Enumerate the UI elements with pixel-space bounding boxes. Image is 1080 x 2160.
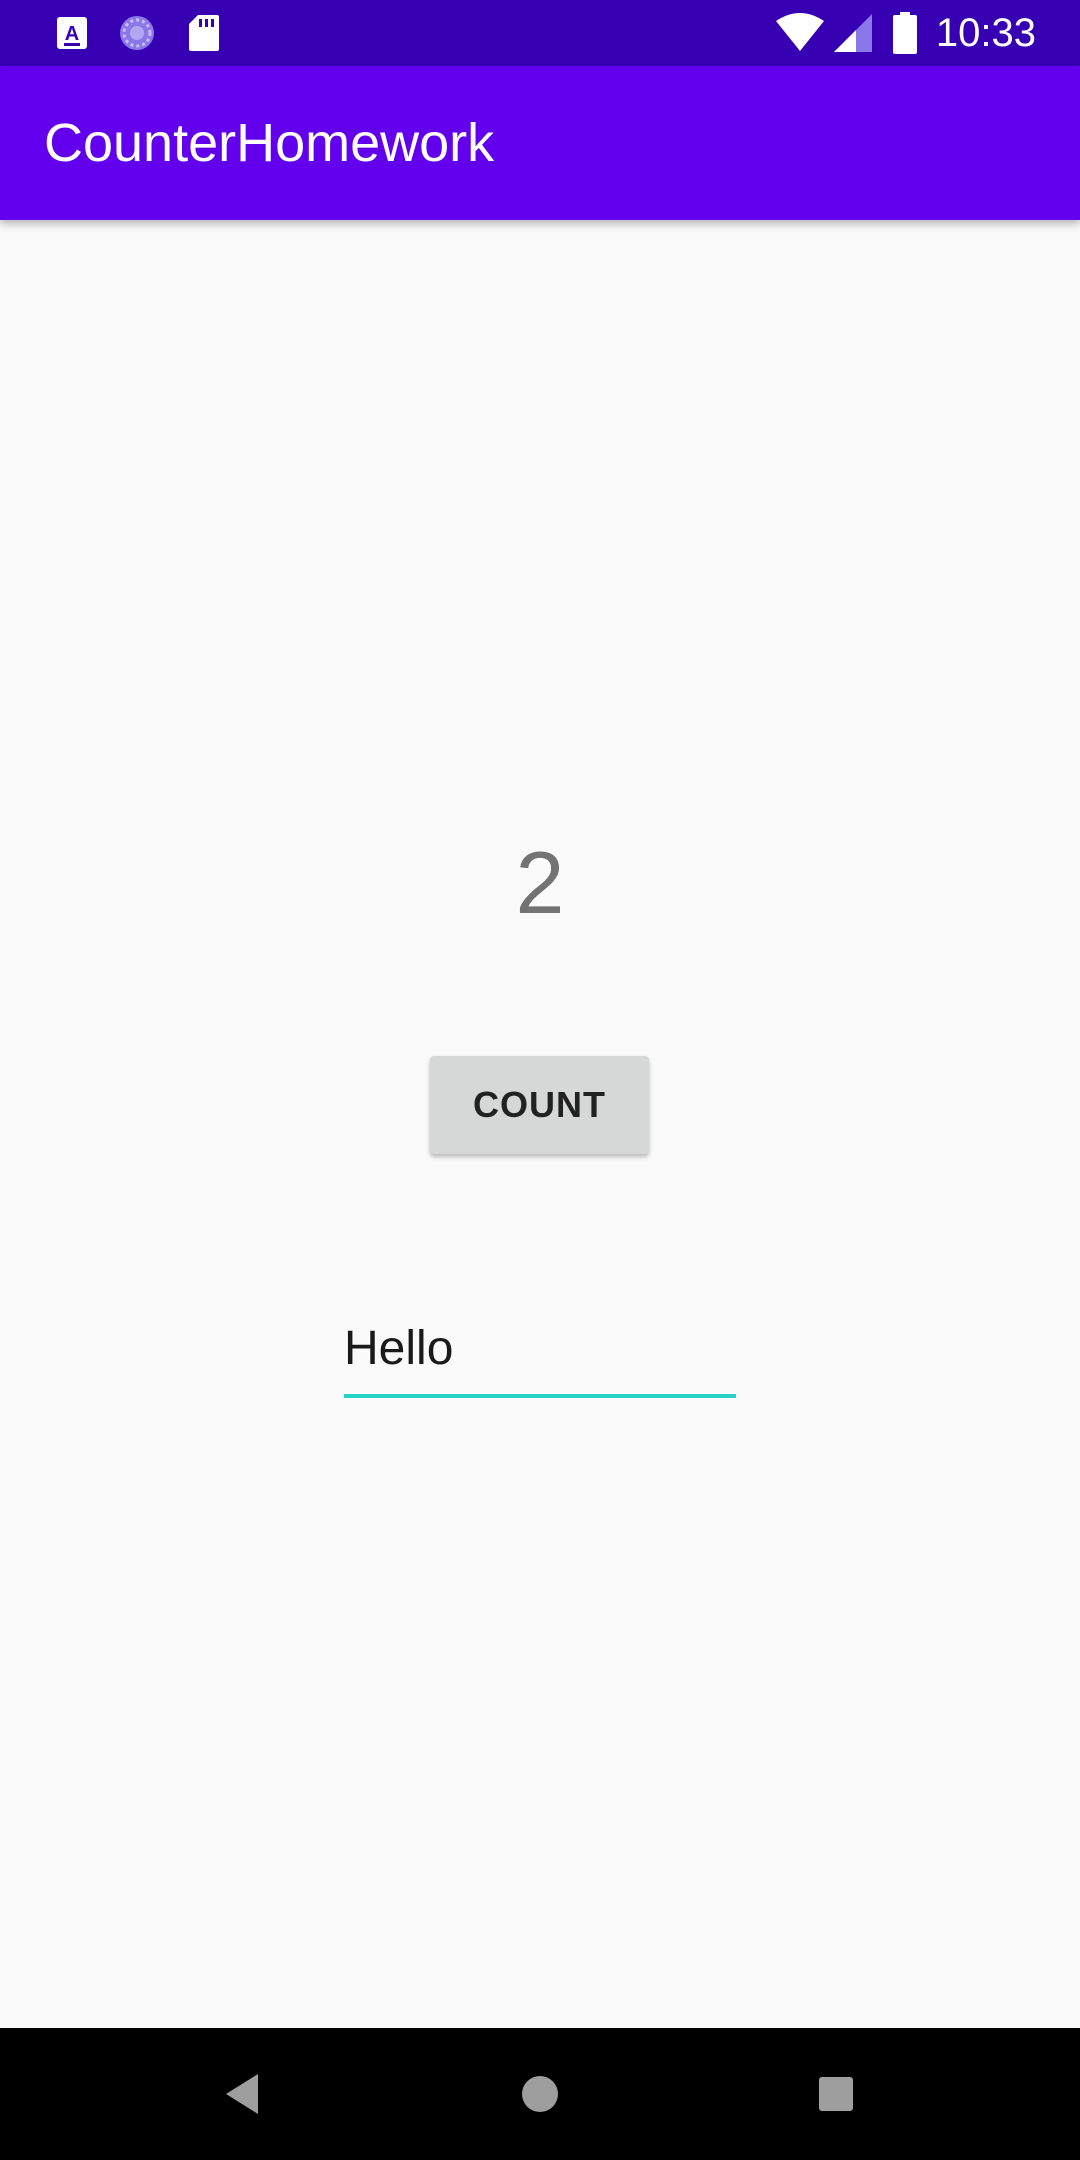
home-icon[interactable] — [480, 2028, 600, 2160]
recents-icon[interactable] — [776, 2028, 896, 2160]
svg-text:A: A — [65, 23, 79, 45]
count-button[interactable]: COUNT — [430, 1056, 649, 1154]
keyboard-a-icon: A — [56, 0, 88, 66]
status-time: 10:33 — [935, 11, 1036, 55]
sd-card-icon — [188, 0, 220, 66]
navigation-bar — [0, 2028, 1080, 2160]
text-input-field[interactable] — [344, 1308, 736, 1398]
sync-circle-icon — [118, 0, 156, 66]
back-icon[interactable] — [182, 2028, 302, 2160]
battery-icon — [892, 0, 918, 66]
main-content: 2 COUNT — [0, 220, 1080, 2028]
cell-signal-icon — [834, 0, 872, 66]
wifi-icon — [776, 0, 824, 66]
app-bar: CounterHomework — [0, 66, 1080, 220]
status-bar: A 10:33 — [0, 0, 1080, 66]
count-display: 2 — [515, 833, 565, 932]
app-title: CounterHomework — [44, 113, 495, 173]
